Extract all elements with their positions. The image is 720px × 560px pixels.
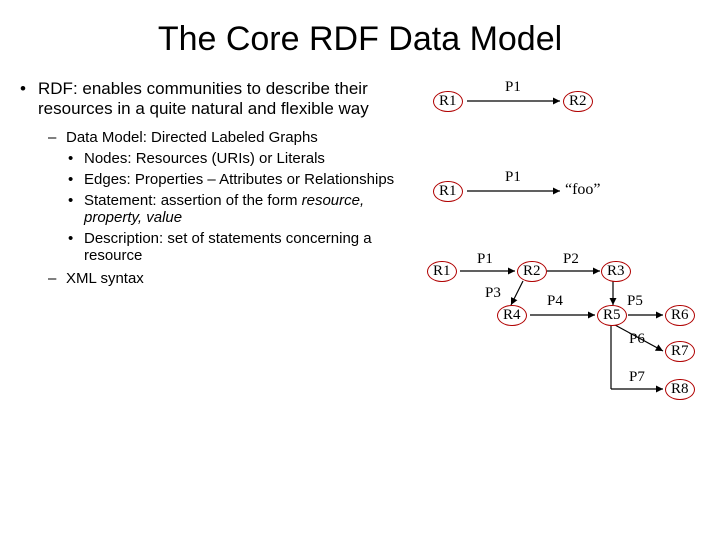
subsub-description: • Description: set of statements concern… [68,230,415,264]
subsub-text: Edges: Properties – Attributes or Relati… [84,171,394,188]
d3-node-r7: R7 [665,341,695,362]
subsub-edges: • Edges: Properties – Attributes or Rela… [68,171,415,188]
slide-title: The Core RDF Data Model [0,20,720,59]
subsub-nodes: • Nodes: Resources (URIs) or Literals [68,150,415,167]
bullet-dot-icon: • [68,192,84,226]
d3-node-r3: R3 [601,261,631,282]
d1-node-r2: R2 [563,91,593,112]
subsub-list: • Nodes: Resources (URIs) or Literals • … [68,150,415,264]
subsub-text: Statement: assertion of the form resourc… [84,192,415,226]
sub-list: – Data Model: Directed Labeled Graphs • … [48,129,415,287]
sub-text: XML syntax [66,270,144,287]
sub-item-xml: – XML syntax [48,270,415,287]
bullet-dot-icon: • [68,171,84,188]
bullet-dot-icon: • [20,79,38,119]
d1-label-p1: P1 [505,79,521,96]
d3-label-p3: P3 [485,285,501,302]
bullet-dot-icon: • [68,150,84,167]
content-area: • RDF: enables communities to describe t… [0,79,720,287]
diagram-column: R1 P1 R2 R1 P1 “foo” [415,79,720,287]
d3-label-p4: P4 [547,293,563,310]
d2-literal-foo: “foo” [565,181,601,199]
sub-text: Data Model: Directed Labeled Graphs [66,129,318,146]
d3-node-r1: R1 [427,261,457,282]
d3-label-p6: P6 [629,331,645,348]
bullet-dot-icon: • [68,230,84,264]
d2-node-r1: R1 [433,181,463,202]
d3-node-r6: R6 [665,305,695,326]
text-column: • RDF: enables communities to describe t… [0,79,415,287]
d1-node-r1: R1 [433,91,463,112]
d3-node-r8: R8 [665,379,695,400]
d3-node-r2: R2 [517,261,547,282]
dash-icon: – [48,270,66,287]
dash-icon: – [48,129,66,146]
subsub-text: Description: set of statements concernin… [84,230,415,264]
d3-node-r5: R5 [597,305,627,326]
main-bullet-text: RDF: enables communities to describe the… [38,79,415,119]
d2-label-p1: P1 [505,169,521,186]
d3-label-p2: P2 [563,251,579,268]
d3-node-r4: R4 [497,305,527,326]
diagram2-arrows [415,169,720,229]
sub-item-data-model: – Data Model: Directed Labeled Graphs [48,129,415,146]
subsub-text: Nodes: Resources (URIs) or Literals [84,150,325,167]
stmt-prefix: Statement: assertion of the form [84,192,302,209]
subsub-statement: • Statement: assertion of the form resou… [68,192,415,226]
main-bullet: • RDF: enables communities to describe t… [20,79,415,119]
d3-label-p5: P5 [627,293,643,310]
d3-label-p7: P7 [629,369,645,386]
d3-label-p1: P1 [477,251,493,268]
